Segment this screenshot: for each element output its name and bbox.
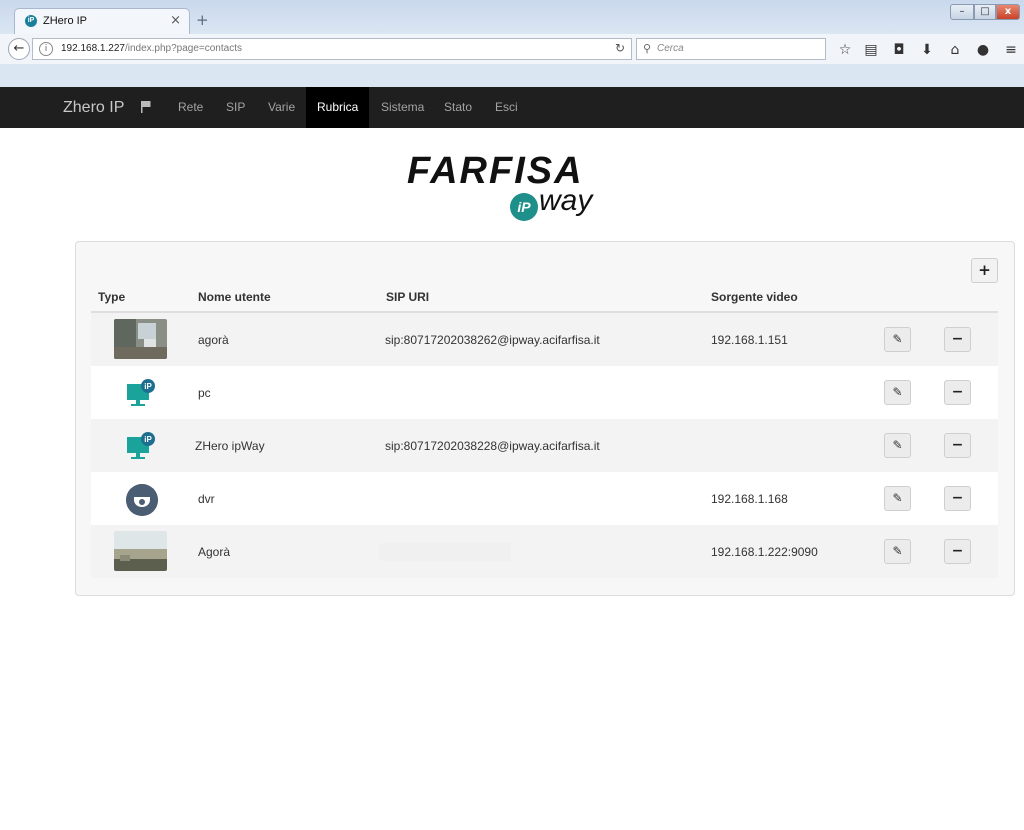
nav-item-varie[interactable]: Varie [268, 100, 295, 114]
camera-thumbnail [114, 531, 167, 571]
browser-toolbar: ← i 192.168.1.227/index.php?page=contact… [0, 34, 1024, 64]
nav-item-stato[interactable]: Stato [444, 100, 472, 114]
app-navbar: Zhero IP Rete SIP Varie Rubrica Sistema … [0, 87, 1024, 128]
redacted-sip-uri [379, 543, 511, 561]
contact-name: dvr [198, 492, 215, 506]
delete-button[interactable]: − [944, 539, 971, 564]
contact-video-source: 192.168.1.151 [711, 333, 788, 347]
column-header-video: Sorgente video [711, 290, 798, 304]
nav-item-esci[interactable]: Esci [495, 100, 518, 114]
dvr-camera-icon [126, 484, 158, 516]
add-contact-button[interactable]: + [971, 258, 998, 283]
chat-icon[interactable]: ● [974, 42, 992, 58]
camera-thumbnail [114, 319, 167, 359]
reading-list-icon[interactable]: ▤ [862, 42, 880, 58]
farfisa-logo: FARFISA iP way [407, 150, 627, 221]
nav-item-rubrica[interactable]: Rubrica [306, 87, 370, 128]
home-icon[interactable]: ⌂ [946, 42, 964, 58]
search-placeholder: Cerca [657, 43, 684, 54]
table-row: dvr 192.168.1.168 ✎ − [91, 472, 998, 525]
table-row: agorà sip:80717202038262@ipway.acifarfis… [91, 313, 998, 366]
computer-icon: iP [127, 432, 155, 459]
close-window-button[interactable]: x [996, 4, 1020, 20]
brand-name[interactable]: Zhero IP [63, 99, 124, 117]
bookmark-star-icon[interactable]: ☆ [836, 42, 854, 58]
delete-button[interactable]: − [944, 433, 971, 458]
back-button[interactable]: ← [8, 38, 30, 60]
contact-video-source: 192.168.1.168 [711, 492, 788, 506]
info-icon[interactable]: i [39, 42, 53, 56]
contact-name: Agorà [198, 545, 231, 559]
pocket-icon[interactable]: ◘ [890, 42, 908, 58]
menu-icon[interactable]: ≡ [1002, 42, 1020, 58]
browser-titlebar: iP ZHero IP × + – □ x [0, 0, 1024, 34]
logo-ip-badge: iP [510, 193, 538, 221]
reload-icon[interactable]: ↻ [615, 41, 625, 55]
delete-button[interactable]: − [944, 327, 971, 352]
nav-item-sip[interactable]: SIP [226, 100, 245, 114]
edit-button[interactable]: ✎ [884, 433, 911, 458]
edit-button[interactable]: ✎ [884, 327, 911, 352]
contact-name: pc [198, 386, 211, 400]
column-header-name: Nome utente [198, 290, 271, 304]
svg-text:iP: iP [144, 382, 152, 391]
new-tab-button[interactable]: + [196, 11, 209, 29]
delete-button[interactable]: − [944, 486, 971, 511]
computer-icon: iP [127, 379, 155, 406]
edit-button[interactable]: ✎ [884, 539, 911, 564]
logo-way: way [539, 184, 593, 217]
nav-item-sistema[interactable]: Sistema [381, 100, 424, 114]
contact-video-source: 192.168.1.222:9090 [711, 545, 818, 559]
search-input[interactable]: ⚲ Cerca [636, 38, 826, 60]
svg-text:iP: iP [144, 435, 152, 444]
url-path: /index.php?page=contacts [124, 43, 242, 54]
url-host: 192.168.1.227 [61, 43, 125, 54]
contact-sip-uri: sip:80717202038228@ipway.acifarfisa.it [385, 439, 600, 453]
favicon-icon: iP [25, 15, 37, 27]
minimize-button[interactable]: – [950, 4, 974, 20]
column-header-type: Type [98, 290, 126, 304]
contact-name: agorà [198, 333, 229, 347]
delete-button[interactable]: − [944, 380, 971, 405]
column-header-sip: SIP URI [386, 290, 430, 304]
search-icon: ⚲ [643, 42, 652, 55]
browser-tab[interactable]: iP ZHero IP × [14, 8, 190, 34]
contact-name: ZHero ipWay [195, 439, 265, 453]
edit-button[interactable]: ✎ [884, 486, 911, 511]
tab-close-icon[interactable]: × [170, 13, 181, 28]
url-text: 192.168.1.227/index.php?page=contacts [61, 43, 242, 54]
contact-sip-uri: sip:80717202038262@ipway.acifarfisa.it [385, 333, 600, 347]
browser-chrome: iP ZHero IP × + – □ x ← i 192.168.1.227/… [0, 0, 1024, 87]
flag-icon[interactable] [141, 101, 151, 113]
table-row: iP pc ✎ − [91, 366, 998, 419]
maximize-button[interactable]: □ [974, 4, 996, 20]
table-row: Agorà 192.168.1.222:9090 ✎ − [91, 525, 998, 578]
nav-item-rete[interactable]: Rete [178, 100, 203, 114]
address-bar[interactable]: i 192.168.1.227/index.php?page=contacts … [32, 38, 632, 60]
table-row: iP ZHero ipWay sip:80717202038228@ipway.… [91, 419, 998, 472]
tab-title: ZHero IP [43, 15, 88, 27]
download-icon[interactable]: ⬇ [918, 42, 936, 58]
edit-button[interactable]: ✎ [884, 380, 911, 405]
